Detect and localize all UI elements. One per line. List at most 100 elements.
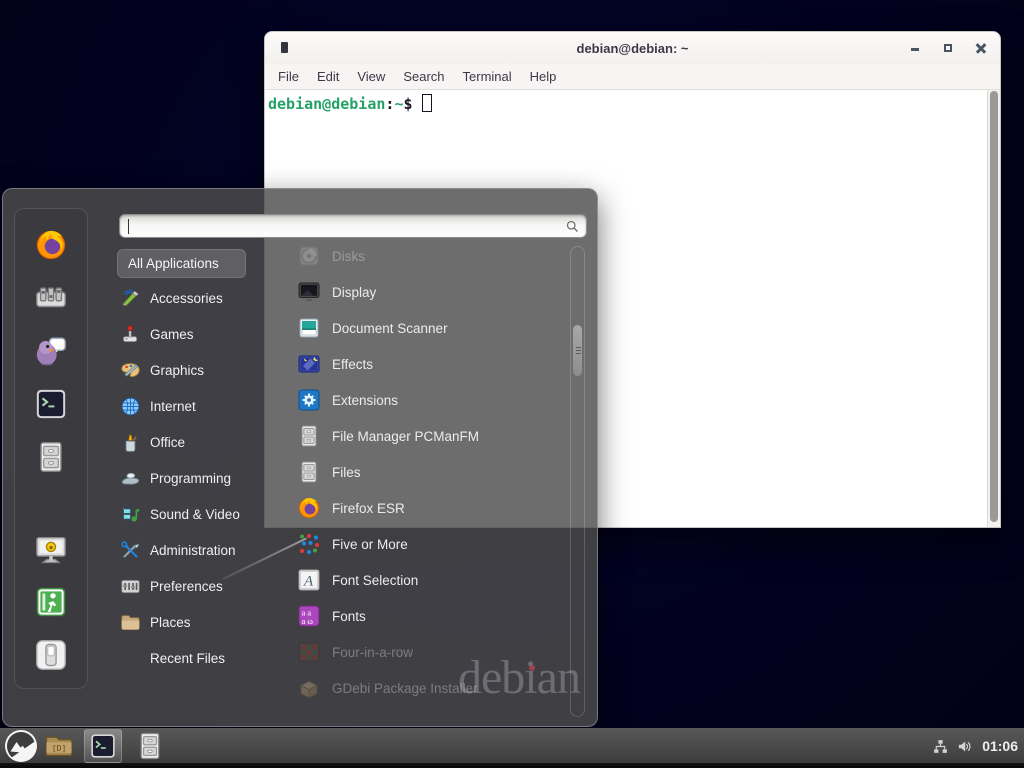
- favorite-firefox[interactable]: [34, 228, 68, 262]
- maximize-button[interactable]: [941, 41, 955, 55]
- preferences-icon: [120, 576, 141, 597]
- category-sound-video[interactable]: Sound & Video: [117, 496, 267, 532]
- taskbar-task-terminal[interactable]: [84, 729, 122, 763]
- category-label: Preferences: [150, 579, 223, 594]
- app-files[interactable]: Files: [269, 454, 557, 490]
- app-label: Effects: [332, 357, 373, 372]
- terminal-menu-help[interactable]: Help: [521, 66, 566, 87]
- category-places[interactable]: Places: [117, 604, 267, 640]
- category-label: Administration: [150, 543, 236, 558]
- category-administration[interactable]: Administration: [117, 532, 267, 568]
- app-label: Extensions: [332, 393, 398, 408]
- favorite-file-manager[interactable]: [34, 440, 68, 474]
- category-label: Games: [150, 327, 194, 342]
- category-label: Sound & Video: [150, 507, 240, 522]
- games-icon: [120, 324, 141, 345]
- minimize-button[interactable]: [908, 41, 922, 55]
- category-label: Office: [150, 435, 185, 450]
- category-office[interactable]: Office: [117, 424, 267, 460]
- category-preferences[interactable]: Preferences: [117, 568, 267, 604]
- file-manager-icon: [297, 424, 321, 448]
- window-title: debian@debian: ~: [265, 41, 1000, 56]
- svg-text:A: A: [303, 574, 314, 590]
- category-recent-files[interactable]: Recent Files: [117, 640, 267, 676]
- office-icon: [120, 432, 141, 453]
- app-document-scanner[interactable]: Document Scanner: [269, 310, 557, 346]
- category-accessories[interactable]: Accessories: [117, 280, 267, 316]
- search-input[interactable]: [128, 215, 560, 237]
- gdebi-icon: [297, 676, 321, 700]
- terminal-scrollbar-thumb[interactable]: [990, 91, 998, 522]
- app-label: GDebi Package Installer: [332, 681, 478, 696]
- extensions-icon: [297, 388, 321, 412]
- category-label: All Applications: [128, 256, 219, 271]
- favorite-terminal[interactable]: [34, 387, 68, 421]
- clock[interactable]: 01:06: [982, 738, 1018, 754]
- graphics-icon: [120, 360, 141, 381]
- search-icon: [565, 219, 580, 234]
- app-gdebi-package-installer[interactable]: GDebi Package Installer: [269, 670, 557, 706]
- programming-icon: [120, 468, 141, 489]
- network-icon[interactable]: [932, 738, 949, 755]
- app-label: Four-in-a-row: [332, 645, 413, 660]
- favorite-control-center[interactable]: [34, 281, 68, 315]
- font-selection-icon: A: [297, 568, 321, 592]
- category-label: Recent Files: [150, 651, 225, 666]
- terminal-scrollbar[interactable]: [987, 90, 1000, 527]
- document-scanner-icon: [297, 316, 321, 340]
- desktop-folder-launcher[interactable]: [D]: [43, 731, 75, 761]
- app-five-or-more[interactable]: Five or More: [269, 526, 557, 562]
- app-fonts[interactable]: a aa ω Fonts: [269, 598, 557, 634]
- app-label: Fonts: [332, 609, 366, 624]
- text-caret: [128, 219, 129, 234]
- category-programming[interactable]: Programming: [117, 460, 267, 496]
- terminal-titlebar[interactable]: debian@debian: ~: [265, 32, 1000, 64]
- favorites-sidebar: [14, 208, 88, 689]
- terminal-menu-search[interactable]: Search: [394, 66, 453, 87]
- internet-icon: [120, 396, 141, 417]
- app-four-in-a-row[interactable]: Four-in-a-row: [269, 634, 557, 670]
- svg-text:a ω: a ω: [302, 616, 314, 626]
- app-extensions[interactable]: Extensions: [269, 382, 557, 418]
- places-icon: [120, 612, 141, 633]
- session-logout[interactable]: [34, 585, 68, 619]
- app-font-selection[interactable]: A Font Selection: [269, 562, 557, 598]
- session-shutdown[interactable]: [34, 638, 68, 672]
- terminal-menubar: FileEditViewSearchTerminalHelp: [265, 64, 1000, 90]
- no-icon: [120, 648, 141, 669]
- taskbar-task-files[interactable]: [135, 731, 165, 761]
- category-label: Programming: [150, 471, 231, 486]
- four-in-a-row-icon: [297, 640, 321, 664]
- category-label: Accessories: [150, 291, 223, 306]
- menu-button[interactable]: [4, 729, 38, 763]
- file-manager-icon: [297, 460, 321, 484]
- category-graphics[interactable]: Graphics: [117, 352, 267, 388]
- category-internet[interactable]: Internet: [117, 388, 267, 424]
- five-or-more-icon: [297, 532, 321, 556]
- fonts-icon: a aa ω: [297, 604, 321, 628]
- app-label: Font Selection: [332, 573, 418, 588]
- category-label: Places: [150, 615, 191, 630]
- app-disks[interactable]: Disks: [269, 238, 557, 274]
- category-games[interactable]: Games: [117, 316, 267, 352]
- app-firefox-esr[interactable]: Firefox ESR: [269, 490, 557, 526]
- app-effects[interactable]: Effects: [269, 346, 557, 382]
- session-screensaver[interactable]: [34, 532, 68, 566]
- menu-scrollbar-thumb[interactable]: [572, 324, 583, 377]
- app-file-manager-pcmanfm[interactable]: File Manager PCManFM: [269, 418, 557, 454]
- category-all-applications-selected[interactable]: All Applications: [117, 249, 246, 278]
- app-label: Document Scanner: [332, 321, 448, 336]
- app-label: Firefox ESR: [332, 501, 405, 516]
- menu-search-box[interactable]: [119, 214, 587, 238]
- app-display[interactable]: Display: [269, 274, 557, 310]
- watermark-red-dot: [529, 665, 535, 671]
- terminal-menu-file[interactable]: File: [269, 66, 308, 87]
- category-label: Graphics: [150, 363, 204, 378]
- favorite-pidgin[interactable]: [34, 334, 68, 368]
- terminal-menu-terminal[interactable]: Terminal: [454, 66, 521, 87]
- terminal-menu-view[interactable]: View: [348, 66, 394, 87]
- menu-scrollbar[interactable]: [570, 246, 585, 717]
- volume-icon[interactable]: [956, 738, 973, 755]
- terminal-menu-edit[interactable]: Edit: [308, 66, 348, 87]
- close-button[interactable]: [974, 41, 988, 55]
